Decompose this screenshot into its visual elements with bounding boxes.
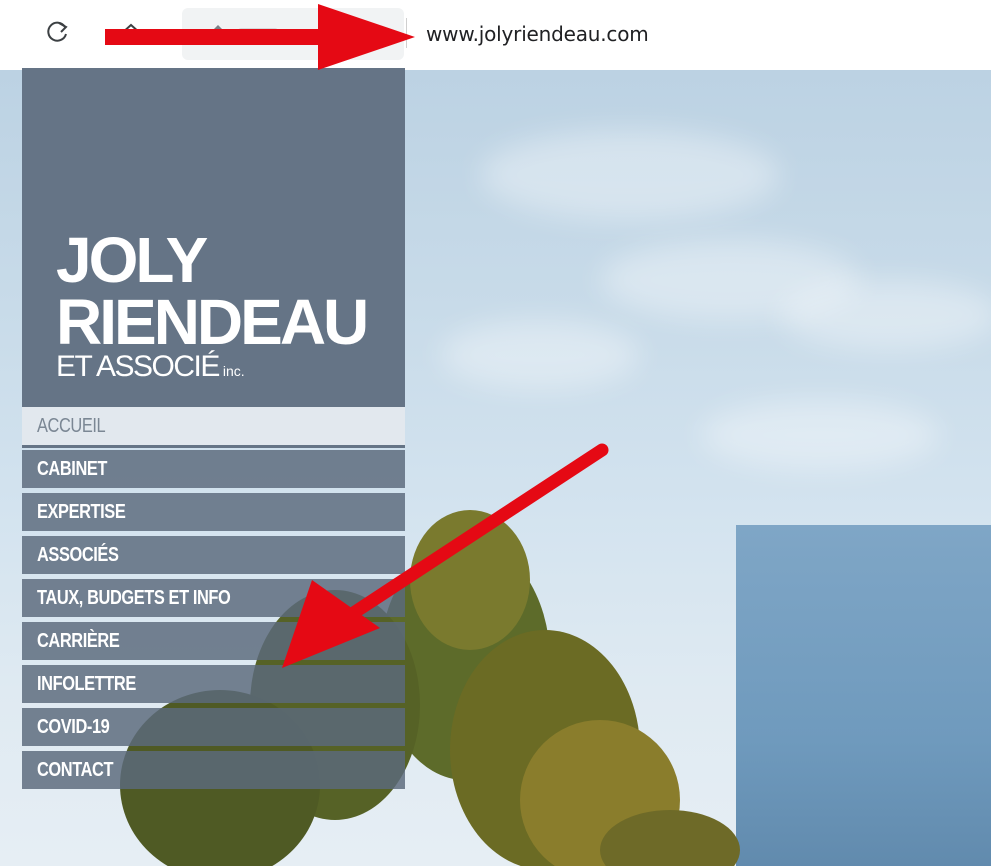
nav-item-cabinet[interactable]: CABINET [22, 450, 405, 488]
nav-label-expertise: EXPERTISE [37, 501, 126, 523]
nav-label-taux: TAUX, BUDGETS ET INFO [37, 587, 231, 609]
nav-item-associes[interactable]: ASSOCIÉS [22, 536, 405, 574]
nav-item-covid-19[interactable]: COVID-19 [22, 708, 405, 746]
bookmark-label-blur [238, 28, 278, 38]
browser-toolbar: www.jolyriendeau.com [0, 0, 991, 70]
nav-label-associes: ASSOCIÉS [37, 544, 119, 566]
address-bar-divider [406, 18, 407, 48]
nav-label-accueil: ACCUEIL [37, 415, 106, 437]
logo-text-joly: JOLY [56, 224, 208, 296]
logo-text-et-associe: ET ASSOCIÉ inc. [56, 350, 245, 384]
logo-text-riendeau: RIENDEAU [56, 286, 369, 358]
reload-icon[interactable] [44, 20, 70, 46]
nav-label-infolettre: INFOLETTRE [37, 673, 136, 695]
building-image [736, 525, 991, 866]
nav-item-contact[interactable]: CONTACT [22, 751, 405, 789]
bookmark-chip[interactable] [182, 8, 404, 60]
site-logo[interactable]: JOLY RIENDEAU ET ASSOCIÉ inc. [22, 68, 405, 448]
nav-label-cabinet: CABINET [37, 458, 108, 480]
home-icon[interactable] [118, 20, 144, 46]
nav-label-carriere: CARRIÈRE [37, 630, 120, 652]
logo-text-inc: inc. [222, 363, 245, 379]
nav-label-covid: COVID-19 [37, 716, 110, 738]
logo-text-associe: ET ASSOCIÉ [56, 350, 220, 383]
nav-item-expertise[interactable]: EXPERTISE [22, 493, 405, 531]
nav-item-taux-budgets-et-info[interactable]: TAUX, BUDGETS ET INFO [22, 579, 405, 617]
bookmark-icon [211, 25, 225, 41]
nav-item-accueil[interactable]: ACCUEIL [22, 407, 405, 445]
nav-item-infolettre[interactable]: INFOLETTRE [22, 665, 405, 703]
address-bar-url[interactable]: www.jolyriendeau.com [426, 22, 649, 46]
nav-label-contact: CONTACT [37, 759, 114, 781]
nav-item-carriere[interactable]: CARRIÈRE [22, 622, 405, 660]
